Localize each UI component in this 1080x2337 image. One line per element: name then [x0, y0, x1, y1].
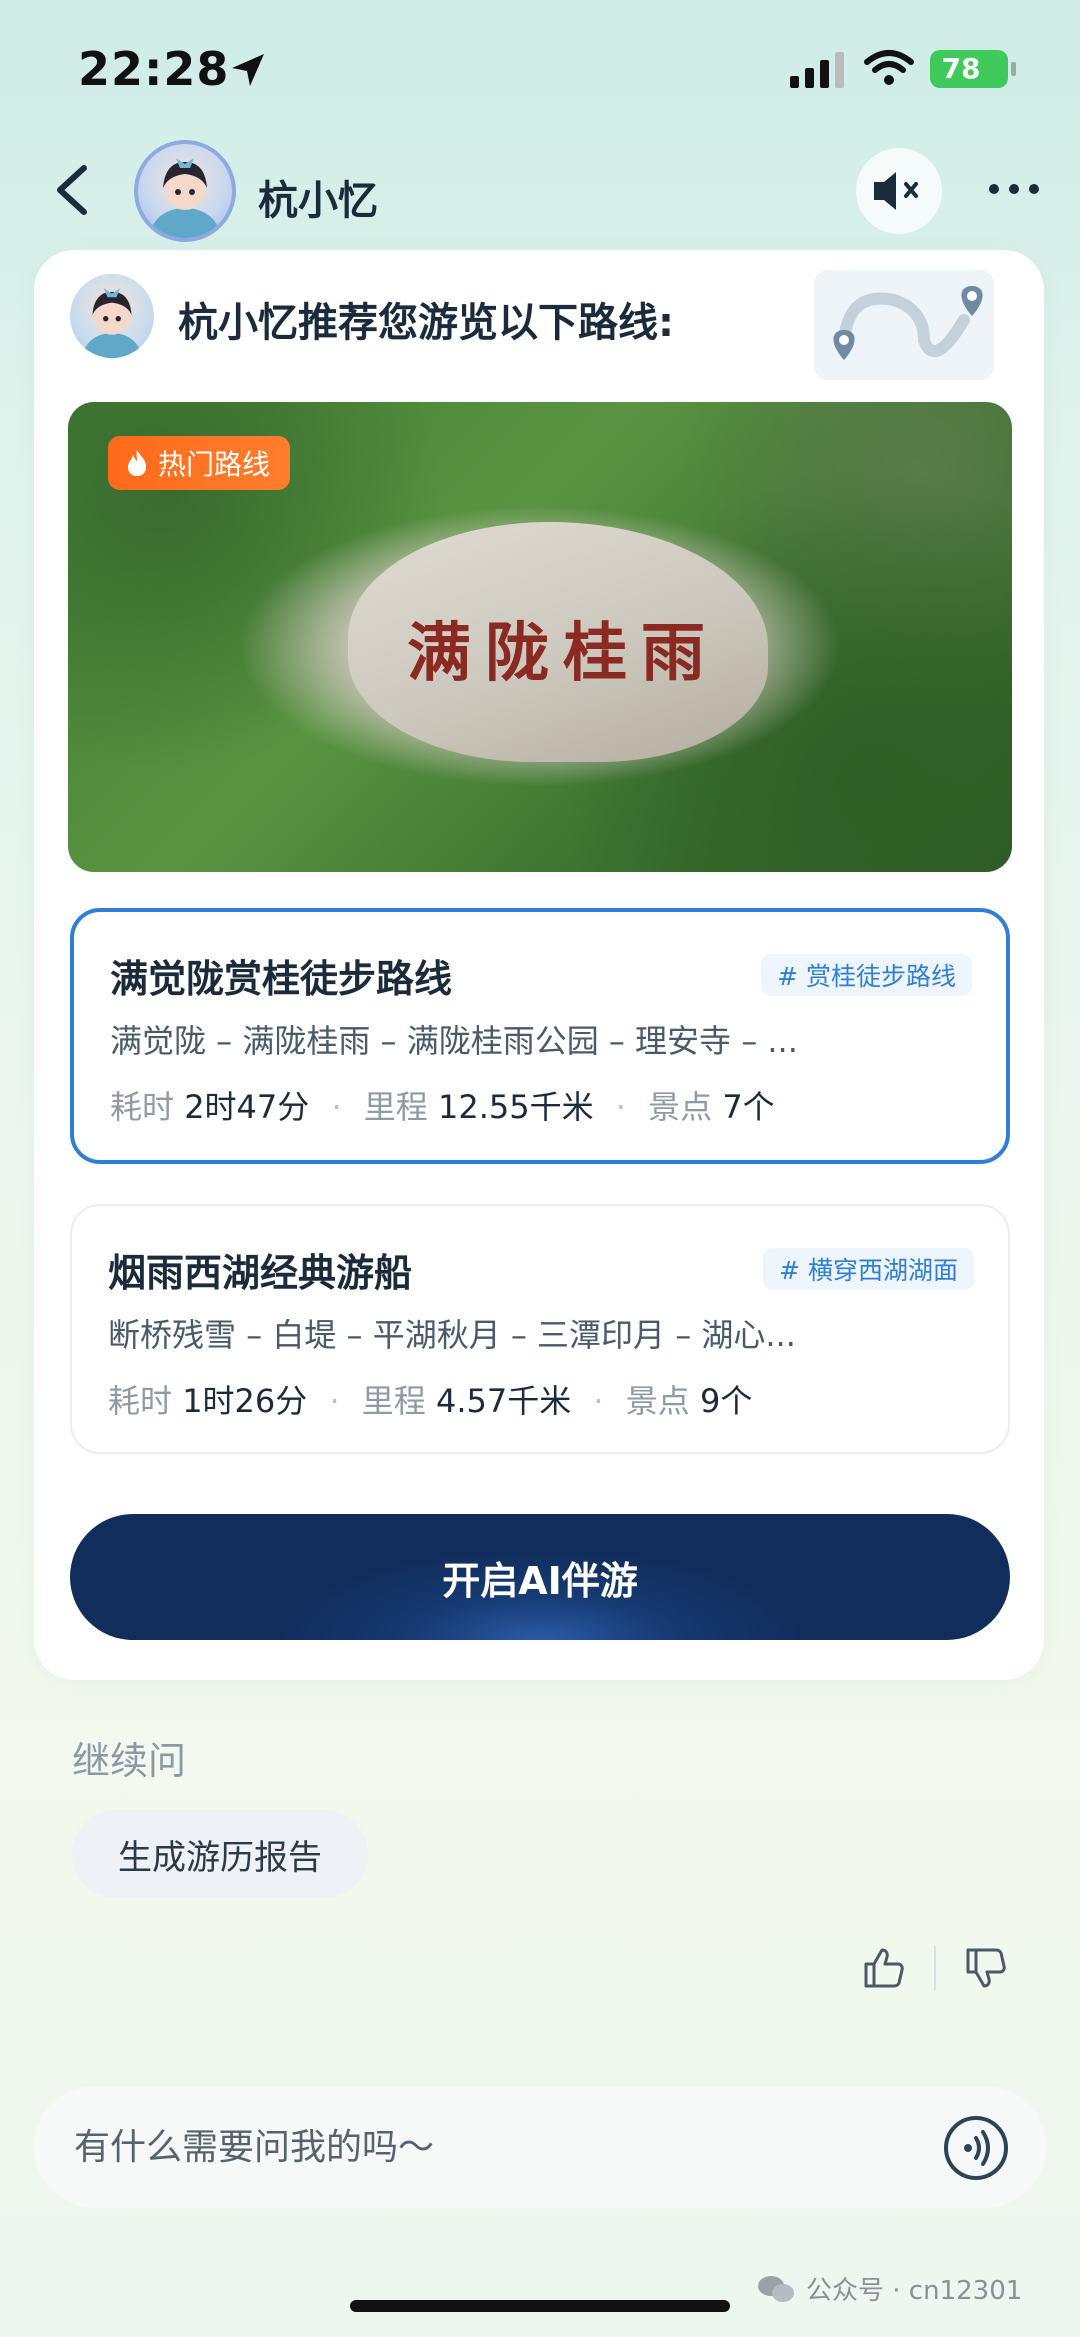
continue-asking-label: 继续问	[72, 1739, 187, 1783]
route-stops: 满觉陇 – 满陇桂雨 – 满陇桂雨公园 – 理安寺 – ...	[110, 1022, 798, 1060]
time-value: 1时26分	[182, 1382, 308, 1420]
meta-separator: ·	[329, 1382, 340, 1420]
route-name: 满觉陇赏桂徒步路线	[110, 957, 453, 1001]
spots-label: 景点	[625, 1382, 690, 1420]
route-option-1[interactable]: 满觉陇赏桂徒步路线 # 赏桂徒步路线 满觉陇 – 满陇桂雨 – 满陇桂雨公园 –…	[70, 908, 1010, 1164]
route-stops: 断桥残雪 – 白堤 – 平湖秋月 – 三潭印月 – 湖心...	[108, 1316, 796, 1354]
chat-header: 杭小忆	[0, 130, 1080, 250]
page-title: 杭小忆	[258, 178, 378, 224]
flame-icon	[128, 450, 146, 476]
avatar-figure-icon	[151, 158, 219, 238]
back-icon[interactable]	[48, 160, 98, 220]
status-bar: 22:28 78	[0, 0, 1080, 130]
hot-route-badge: 热门路线	[108, 436, 291, 490]
route-option-2[interactable]: 烟雨西湖经典游船 # 横穿西湖湖面 断桥残雪 – 白堤 – 平湖秋月 – 三潭印…	[70, 1204, 1010, 1454]
mute-button[interactable]	[856, 148, 942, 234]
route-meta: 耗时 1时26分 · 里程 4.57千米 · 景点 9个	[108, 1376, 752, 1422]
spots-value: 9个	[699, 1382, 753, 1420]
assistant-avatar	[70, 274, 154, 358]
route-name: 烟雨西湖经典游船	[108, 1251, 413, 1295]
hot-badge-label: 热门路线	[158, 448, 271, 481]
suggestion-chip[interactable]: 生成游历报告	[72, 1810, 368, 1898]
thumbs-down-icon[interactable]	[962, 1944, 1010, 1992]
distance-value: 12.55千米	[437, 1088, 594, 1126]
wifi-icon	[864, 50, 914, 85]
more-icon[interactable]	[984, 174, 1044, 204]
spots-label: 景点	[648, 1088, 713, 1126]
route-meta: 耗时 2时47分 · 里程 12.55千米 · 景点 7个	[110, 1082, 775, 1128]
time-label: 耗时	[110, 1088, 175, 1126]
meta-separator: ·	[615, 1088, 626, 1126]
vote-divider	[934, 1946, 936, 1990]
chat-input[interactable]	[74, 2086, 934, 2208]
route-hero-image[interactable]: 满陇桂雨 热门路线	[68, 402, 1012, 872]
thumbs-up-icon[interactable]	[860, 1944, 908, 1992]
distance-label: 里程	[361, 1382, 426, 1420]
distance-value: 4.57千米	[435, 1382, 572, 1420]
signal-icon	[790, 52, 844, 88]
time-value: 2时47分	[184, 1088, 310, 1126]
chat-input-bar	[34, 2086, 1046, 2208]
route-recommendation-card: 杭小忆推荐您游览以下路线: 满陇桂雨 热门路线 满觉陇赏桂徒步路线 # 赏桂徒步…	[34, 250, 1044, 1680]
hero-inscription: 满陇桂雨	[407, 616, 719, 691]
battery-level: 78	[941, 52, 981, 85]
watermark: 公众号 · cn12301	[756, 2270, 1022, 2307]
route-tag: # 赏桂徒步路线	[761, 954, 972, 996]
avatar[interactable]	[134, 140, 236, 242]
time-label: 耗时	[108, 1382, 173, 1420]
card-title: 杭小忆推荐您游览以下路线:	[178, 300, 674, 346]
location-arrow-icon	[232, 54, 264, 86]
home-indicator	[350, 2300, 730, 2312]
voice-icon	[964, 2130, 990, 2166]
start-ai-tour-button[interactable]: 开启AI伴游	[70, 1514, 1010, 1640]
status-time: 22:28	[78, 42, 230, 96]
route-tag: # 横穿西湖湖面	[763, 1248, 974, 1290]
meta-separator: ·	[593, 1382, 604, 1420]
map-route-icon	[814, 270, 994, 380]
distance-label: 里程	[363, 1088, 428, 1126]
meta-separator: ·	[331, 1088, 342, 1126]
wechat-icon	[758, 2275, 794, 2302]
voice-button[interactable]	[944, 2116, 1008, 2180]
spots-value: 7个	[722, 1088, 775, 1126]
battery-icon: 78	[930, 50, 1016, 88]
mute-icon	[874, 172, 918, 210]
avatar-figure-icon	[83, 288, 141, 358]
watermark-text: 公众号 · cn12301	[806, 2276, 1023, 2306]
